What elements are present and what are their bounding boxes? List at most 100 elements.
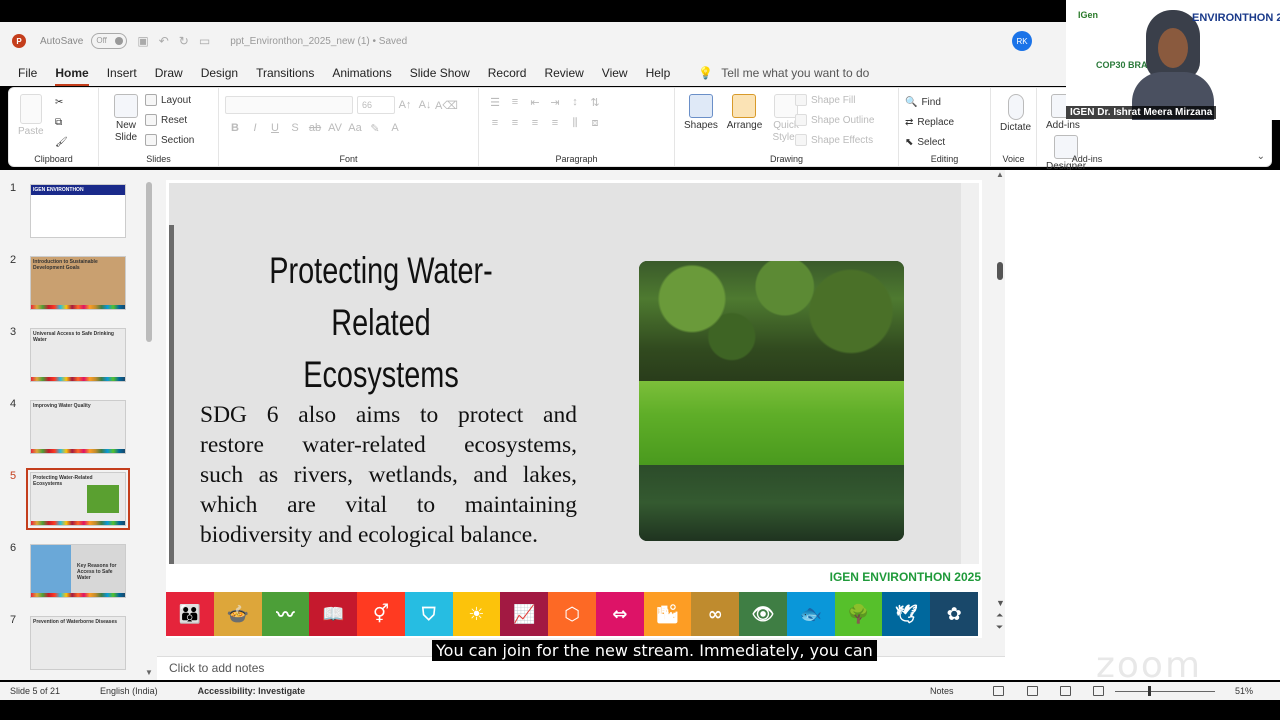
cut-icon[interactable]: ✂ <box>55 92 68 112</box>
change-case-icon[interactable]: Aa <box>345 122 365 135</box>
format-painter-icon[interactable]: 🖌 <box>55 132 68 152</box>
thumb-number: 6 <box>10 542 17 554</box>
shape-outline-button[interactable]: Shape Outline <box>795 110 874 130</box>
tab-design[interactable]: Design <box>201 60 238 86</box>
slide-sorter-icon[interactable] <box>1027 686 1038 696</box>
font-name-box[interactable] <box>225 96 353 114</box>
dictate-button[interactable]: Dictate <box>1000 94 1031 133</box>
slide-canvas[interactable]: Protecting Water-Related Ecosystems SDG … <box>166 180 982 638</box>
decrease-font-icon[interactable]: A↓ <box>415 99 435 111</box>
shape-fill-button[interactable]: Shape Fill <box>795 90 874 110</box>
tab-help[interactable]: Help <box>646 60 671 86</box>
slideshow-view-icon[interactable] <box>1093 686 1104 696</box>
addins-label: Add-ins <box>1071 154 1103 164</box>
previous-slide-icon[interactable]: ⏶ <box>996 610 1003 621</box>
reading-view-icon[interactable] <box>1060 686 1071 696</box>
tab-animations[interactable]: Animations <box>332 60 391 86</box>
slide-title[interactable]: Protecting Water-Related Ecosystems <box>245 245 518 401</box>
tab-insert[interactable]: Insert <box>107 60 137 86</box>
slide-scrollbar[interactable] <box>997 262 1003 280</box>
tab-view[interactable]: View <box>602 60 628 86</box>
slide-thumbnail-1[interactable]: IGEN ENVIRONTHON <box>30 184 126 238</box>
justify-icon[interactable]: ≡ <box>545 117 565 130</box>
right-blank-pane <box>1005 170 1280 680</box>
tab-file[interactable]: File <box>18 60 37 86</box>
scroll-down-icon[interactable]: ▼ <box>145 668 153 677</box>
find-button[interactable]: 🔍 Find <box>905 92 984 112</box>
shapes-button[interactable]: Shapes <box>684 94 718 131</box>
slide-body-text[interactable]: SDG 6 also aims to protect and restore w… <box>200 400 577 550</box>
scroll-down-icon[interactable]: ▼ <box>996 598 1005 608</box>
tab-transitions[interactable]: Transitions <box>256 60 314 86</box>
autosave-toggle[interactable]: Off <box>91 33 128 49</box>
slide-thumbnail-2[interactable]: Introduction to Sustainable Development … <box>30 256 126 310</box>
strikethrough-icon[interactable]: ab <box>305 122 325 135</box>
arrange-button[interactable]: Arrange <box>727 94 762 131</box>
select-button[interactable]: ⬉ Select <box>905 132 984 152</box>
notes-toggle[interactable]: Notes <box>930 686 954 696</box>
normal-view-icon[interactable] <box>993 686 1004 696</box>
zoom-level[interactable]: 51% <box>1235 686 1253 696</box>
slide-thumbnail-5[interactable]: Protecting Water-Related Ecosystems <box>26 468 130 530</box>
tell-me-search[interactable]: 💡 Tell me what you want to do <box>698 66 869 80</box>
slide-thumbnail-6[interactable]: Key Reasons for Access to Safe Water <box>30 544 126 598</box>
undo-icon[interactable]: ↶ <box>159 34 169 48</box>
underline-icon[interactable]: U <box>265 122 285 135</box>
smartart-icon[interactable]: ⧈ <box>585 117 605 130</box>
increase-font-icon[interactable]: A↑ <box>395 99 415 111</box>
save-icon[interactable]: ▣ <box>137 34 148 48</box>
sdg-icon: ⬡ <box>548 592 596 636</box>
shadow-icon[interactable]: S <box>285 122 305 135</box>
numbering-icon[interactable]: ≡ <box>505 96 525 109</box>
increase-indent-icon[interactable]: ⇥ <box>545 96 565 109</box>
shape-effects-button[interactable]: Shape Effects <box>795 130 874 150</box>
language-indicator[interactable]: English (India) <box>100 686 158 696</box>
decrease-indent-icon[interactable]: ⇤ <box>525 96 545 109</box>
copy-icon[interactable]: ⧉ <box>55 112 68 132</box>
replace-button[interactable]: ⇄ Replace <box>905 112 984 132</box>
reset-button[interactable]: Reset <box>145 110 194 130</box>
bold-icon[interactable]: B <box>225 122 245 135</box>
video-tile[interactable]: IGen COP30 BRASIL ENVIRONTHON 2025 IGEN … <box>1066 0 1280 120</box>
slide-footer: IGEN ENVIRONTHON 2025 <box>829 570 981 584</box>
align-center-icon[interactable]: ≡ <box>505 117 525 130</box>
tab-review[interactable]: Review <box>544 60 583 86</box>
clear-format-icon[interactable]: A⌫ <box>435 99 458 112</box>
font-size-box[interactable]: 66 <box>357 96 395 114</box>
redo-icon[interactable]: ↻ <box>179 34 189 48</box>
highlight-icon[interactable]: ✎ <box>365 122 385 135</box>
line-spacing-icon[interactable]: ↕ <box>565 96 585 109</box>
zoom-slider-handle[interactable] <box>1148 686 1151 696</box>
wetland-photo[interactable] <box>639 261 904 541</box>
font-color-icon[interactable]: A <box>385 122 405 135</box>
chevron-down-icon[interactable]: ⌄ <box>1257 151 1265 162</box>
slide-counter[interactable]: Slide 5 of 21 <box>10 686 60 696</box>
slide-thumbnail-3[interactable]: Universal Access to Safe Drinking Water <box>30 328 126 382</box>
slide-thumbnail-4[interactable]: Improving Water Quality <box>30 400 126 454</box>
italic-icon[interactable]: I <box>245 122 265 135</box>
layout-button[interactable]: Layout <box>145 90 194 110</box>
text-direction-icon[interactable]: ⇅ <box>585 96 605 109</box>
zoom-slider[interactable] <box>1115 691 1215 692</box>
align-right-icon[interactable]: ≡ <box>525 117 545 130</box>
thumbnail-scrollbar[interactable] <box>146 182 152 342</box>
columns-icon[interactable]: ⫼ <box>565 117 585 130</box>
tab-draw[interactable]: Draw <box>155 60 183 86</box>
accessibility-status[interactable]: Accessibility: Investigate <box>198 686 306 696</box>
tab-slide-show[interactable]: Slide Show <box>410 60 470 86</box>
bullets-icon[interactable]: ☰ <box>485 96 505 109</box>
tab-record[interactable]: Record <box>488 60 527 86</box>
clipboard-group: Paste ✂ ⧉ 🖌 Clipboard <box>9 88 99 166</box>
present-icon[interactable]: ▭ <box>199 34 210 48</box>
avatar[interactable]: RK <box>1012 31 1032 51</box>
paste-button[interactable]: Paste <box>18 94 44 137</box>
slide-thumbnail-7[interactable]: Prevention of Waterborne Diseases <box>30 616 126 670</box>
align-left-icon[interactable]: ≡ <box>485 117 505 130</box>
scroll-up-icon[interactable]: ▲ <box>996 170 1004 179</box>
section-button[interactable]: Section <box>145 130 194 150</box>
next-slide-icon[interactable]: ⏷ <box>996 622 1003 633</box>
document-title[interactable]: ppt_Environthon_2025_new (1) • Saved <box>230 36 407 47</box>
spacing-icon[interactable]: AV <box>325 122 345 135</box>
new-slide-button[interactable]: New Slide <box>108 94 144 144</box>
tab-home[interactable]: Home <box>55 60 89 86</box>
